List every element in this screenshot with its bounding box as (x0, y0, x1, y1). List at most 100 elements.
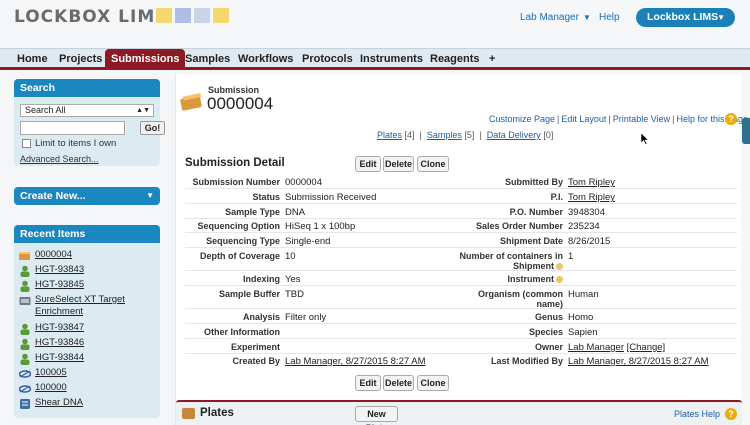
created-by-value[interactable]: Lab Manager, 8/27/2015 8:27 AM (285, 356, 426, 367)
data-delivery-link[interactable]: Data Delivery (487, 130, 541, 140)
field-label: Sequencing Option (197, 221, 281, 231)
logo-square (213, 8, 229, 23)
limit-checkbox[interactable] (22, 139, 31, 148)
field-label: Sales Order Number (475, 221, 563, 231)
tab-samples[interactable]: Samples (185, 49, 230, 70)
field-label: Genus (534, 312, 563, 322)
delete-button[interactable]: Delete (383, 156, 414, 172)
book-icon (19, 252, 30, 260)
person-icon (20, 353, 30, 365)
field-label-line: Organism (common (477, 289, 563, 299)
data-delivery-count: [0] (543, 130, 554, 140)
plate-icon (182, 408, 195, 419)
search-scope-select[interactable]: Search All ▲▼ (20, 104, 154, 117)
pi-link[interactable]: Tom Ripley (568, 192, 615, 203)
tab-reagents[interactable]: Reagents (430, 49, 480, 70)
owner-link[interactable]: Lab Manager (568, 342, 624, 353)
search-input[interactable] (20, 121, 125, 135)
clone-button[interactable]: Clone (417, 156, 449, 172)
plates-title: Plates (200, 407, 234, 419)
dna-icon (19, 385, 31, 393)
field-value: Sapien (568, 327, 598, 338)
samples-link[interactable]: Samples (427, 130, 462, 140)
field-label: Sample Type (225, 207, 280, 217)
detail-section-title: Submission Detail (185, 157, 285, 169)
field-row: Analysis Filter only Genus Homo (185, 310, 737, 324)
change-owner-link[interactable]: [Change] (627, 342, 666, 353)
field-value: Homo (568, 312, 594, 323)
field-label: Submission Number (192, 177, 280, 187)
create-new-panel[interactable]: Create New... ▼ (14, 187, 160, 205)
customize-page-link[interactable]: Customize Page (489, 114, 555, 124)
field-label-line: name) (536, 299, 563, 309)
app-logo[interactable]: LOCKBOX LIMS (14, 7, 168, 27)
create-new-header[interactable]: Create New... ▼ (14, 187, 160, 205)
field-value: 235234 (568, 221, 600, 232)
field-value: Submission Received (285, 192, 377, 203)
field-label: Sample Buffer (218, 289, 280, 299)
field-label: Experiment (230, 342, 280, 352)
help-page-link[interactable]: Help for this Page (676, 114, 748, 124)
field-label: Sequencing Type (206, 236, 280, 246)
advanced-search-link[interactable]: Advanced Search... (20, 154, 99, 164)
help-icon[interactable]: ? (725, 113, 737, 125)
search-scope-value: Search All (25, 105, 66, 115)
person-icon (20, 338, 30, 350)
recent-item-label: HGT-93845 (35, 279, 85, 290)
tab-instruments[interactable]: Instruments (360, 49, 423, 70)
go-button[interactable]: Go! (140, 121, 165, 135)
field-value: Human (568, 289, 599, 300)
search-panel: Search Search All ▲▼ Go! Limit to items … (14, 79, 165, 166)
top-header: LOCKBOX LIMS Lab Manager ▼ Help Lockbox L… (0, 0, 750, 44)
utility-links: Customize Page | Edit Layout | Printable Vie… (489, 114, 749, 124)
submitted-by-link[interactable]: Tom Ripley (568, 177, 615, 188)
owner-field: Lab Manager [Change] (568, 342, 665, 353)
field-row: Sequencing Option HiSeq 1 x 100bp Sales … (185, 219, 737, 233)
help-link[interactable]: Help (599, 12, 620, 23)
plates-help-link[interactable]: Plates Help (674, 409, 720, 419)
person-icon (20, 323, 30, 335)
help-icon[interactable]: ? (725, 408, 737, 420)
user-menu[interactable]: Lab Manager ▼ (520, 12, 591, 23)
help-hint-icon[interactable] (556, 276, 563, 283)
recent-item-label: HGT-93847 (35, 322, 85, 333)
field-label: Owner (534, 342, 563, 352)
field-row: Sample Type DNA P.O. Number 3948304 (185, 205, 737, 219)
tab-add[interactable]: + (489, 49, 495, 70)
dna-icon (19, 370, 31, 378)
field-value: Single-end (285, 236, 331, 247)
help-hint-icon[interactable] (556, 263, 563, 270)
limit-checkbox-label: Limit to items I own (35, 138, 117, 149)
last-modified-by-value[interactable]: Lab Manager, 8/27/2015 8:27 AM (568, 356, 709, 367)
new-plate-button[interactable]: New Plate (355, 406, 398, 425)
recent-item-label: 0000004 (35, 249, 72, 260)
field-value: 8/26/2015 (568, 236, 611, 247)
record-number: 0000004 (207, 94, 274, 113)
printable-view-link[interactable]: Printable View (613, 114, 670, 124)
field-label: Depth of Coverage (199, 251, 280, 261)
field-label: Shipment Date (499, 236, 563, 246)
field-value: 0000004 (285, 177, 322, 188)
edit-button-bottom[interactable]: Edit (355, 375, 381, 391)
logo-square (156, 8, 172, 23)
tab-submissions[interactable]: Submissions (105, 49, 186, 70)
tab-projects[interactable]: Projects (59, 49, 102, 70)
chevron-down-icon: ▼ (717, 13, 725, 22)
edit-button[interactable]: Edit (355, 156, 381, 172)
recent-item-label: 100000 (35, 382, 67, 393)
user-menu-label: Lab Manager (520, 12, 579, 23)
app-switcher-button[interactable]: Lockbox LIMS ▼ (636, 8, 735, 27)
field-row: Experiment Owner Lab Manager [Change] (185, 340, 737, 354)
clone-button-bottom[interactable]: Clone (417, 375, 449, 391)
delete-button-bottom[interactable]: Delete (383, 375, 414, 391)
field-row: Created By Lab Manager, 8/27/2015 8:27 A… (185, 354, 737, 368)
logo-square (194, 8, 210, 23)
tab-home[interactable]: Home (17, 49, 48, 70)
main-content: Submission 0000004 Customize Page | Edit L… (175, 74, 748, 425)
plates-link[interactable]: Plates (377, 130, 402, 140)
collapse-sidebar-handle[interactable] (742, 118, 750, 144)
tab-workflows[interactable]: Workflows (238, 49, 293, 70)
edit-layout-link[interactable]: Edit Layout (561, 114, 606, 124)
tab-protocols[interactable]: Protocols (302, 49, 353, 70)
search-panel-title: Search (14, 79, 160, 97)
